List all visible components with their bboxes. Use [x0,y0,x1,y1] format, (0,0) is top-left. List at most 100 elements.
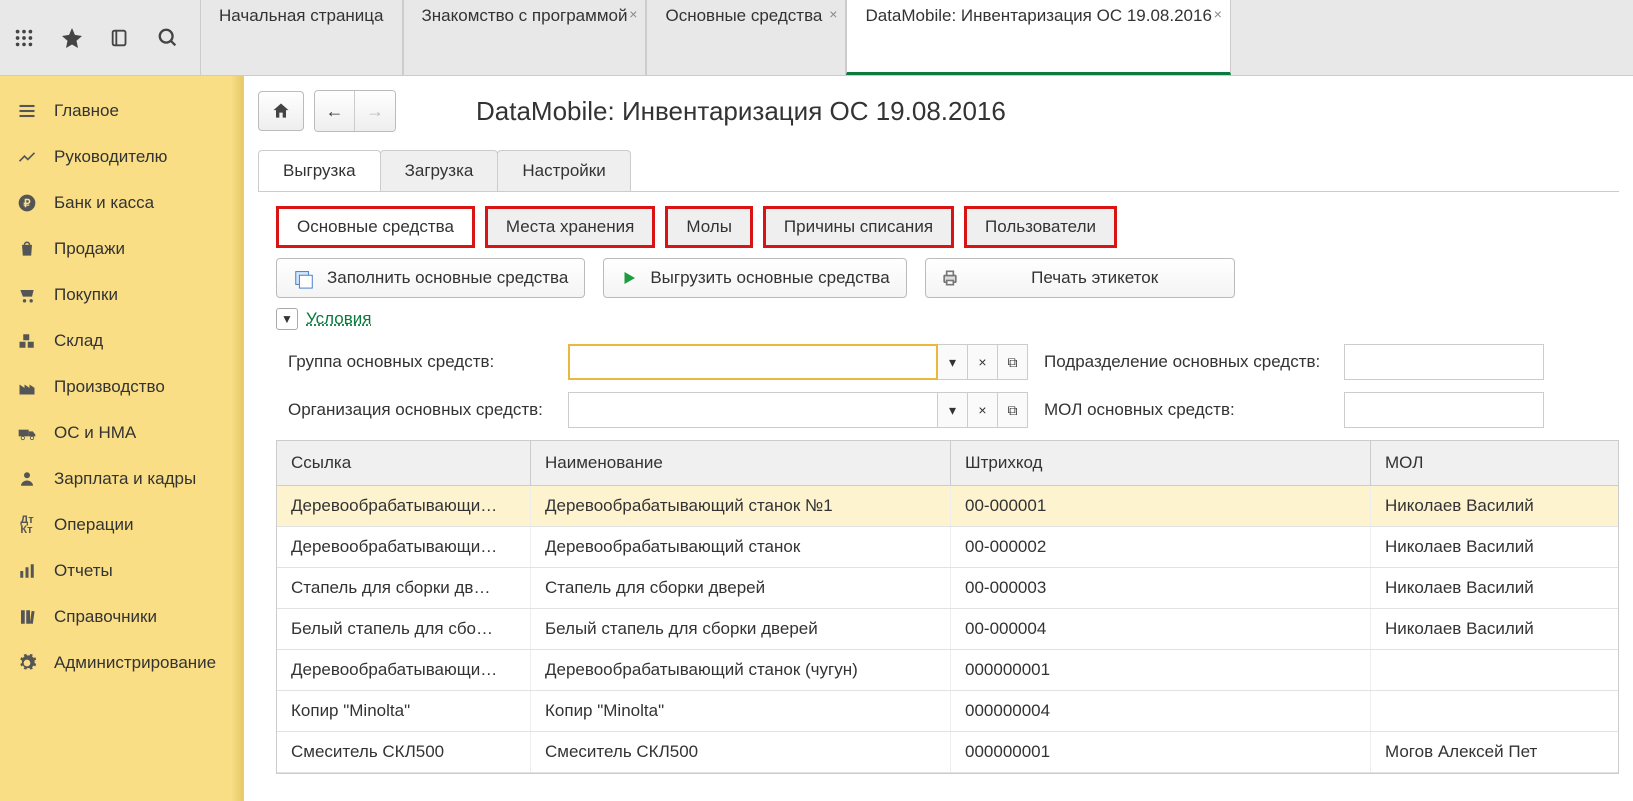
cell-name: Смеситель СКЛ500 [531,732,951,772]
cell-barcode: 000000004 [951,691,1371,731]
nav-arrows: ← → [314,90,396,132]
export-button[interactable]: Выгрузить основные средства [603,258,906,298]
table-row[interactable]: Белый стапель для сбо…Белый стапель для … [277,609,1618,650]
tab-label: Начальная страница [219,6,384,26]
person-icon [16,468,38,490]
group-label: Группа основных средств: [288,352,568,372]
sidebar-label: Администрирование [54,653,216,673]
sidebar: Главное Руководителю ₽Банк и касса Продажи П… [0,76,244,801]
sub-tabs: Основные средстваМеста храненияМолыПричи… [276,206,1619,248]
upper-tab[interactable]: Выгрузка [258,150,381,191]
forward-button[interactable]: → [355,91,395,131]
close-icon[interactable]: × [629,6,637,22]
tab-label: DataMobile: Инвентаризация ОС 19.08.2016 [865,6,1211,26]
fill-button[interactable]: Заполнить основные средства [276,258,585,298]
sidebar-item[interactable]: Покупки [0,272,243,318]
debit-icon: ДтКт [16,514,38,536]
fill-label: Заполнить основные средства [327,268,568,288]
open-icon[interactable]: ⧉ [998,344,1028,380]
cell-ref: Стапель для сборки дв… [277,568,531,608]
sub-tab[interactable]: Молы [665,206,753,248]
sidebar-item[interactable]: Руководителю [0,134,243,180]
table-row[interactable]: Копир "Minolta"Копир "Minolta"000000004 [277,691,1618,732]
history-icon[interactable] [104,22,136,54]
back-button[interactable]: ← [315,91,355,131]
search-icon[interactable] [152,22,184,54]
cell-name: Деревообрабатывающий станок (чугун) [531,650,951,690]
conditions-label[interactable]: Условия [306,309,371,329]
dept-input[interactable] [1344,344,1544,380]
cell-mol: Николаев Василий [1371,527,1618,567]
table-row[interactable]: Смеситель СКЛ500Смеситель СКЛ50000000000… [277,732,1618,773]
mol-label: МОЛ основных средств: [1044,400,1344,420]
sidebar-item[interactable]: Продажи [0,226,243,272]
sidebar-item[interactable]: ДтКт Операции [0,502,243,548]
upper-tab[interactable]: Настройки [497,150,630,191]
table-row[interactable]: Деревообрабатывающи…Деревообрабатывающий… [277,486,1618,527]
dropdown-icon[interactable]: ▾ [938,392,968,428]
close-icon[interactable]: × [1214,6,1222,22]
print-button[interactable]: Печать этикеток [925,258,1235,298]
bars-icon [16,560,38,582]
sidebar-label: Производство [54,377,165,397]
tab-label: Основные средства [665,6,822,26]
col-barcode[interactable]: Штрихкод [951,441,1371,485]
col-mol[interactable]: МОЛ [1371,441,1618,485]
app-tab[interactable]: DataMobile: Инвентаризация ОС 19.08.2016… [846,0,1230,75]
sidebar-item[interactable]: Склад [0,318,243,364]
cell-mol: Николаев Василий [1371,568,1618,608]
cell-mol [1371,650,1618,690]
print-label: Печать этикеток [972,268,1218,288]
clear-icon[interactable]: × [968,392,998,428]
open-icon[interactable]: ⧉ [998,392,1028,428]
app-tab[interactable]: Знакомство с программой× [403,0,647,75]
sub-tab[interactable]: Пользователи [964,206,1117,248]
data-table: Ссылка Наименование Штрихкод МОЛ Деревоо… [276,440,1619,774]
cell-ref: Деревообрабатывающи… [277,486,531,526]
sidebar-item[interactable]: ₽Банк и касса [0,180,243,226]
upper-tab[interactable]: Загрузка [380,150,499,191]
cell-barcode: 000000001 [951,732,1371,772]
sidebar-item[interactable]: ОС и НМА [0,410,243,456]
conditions-toggle[interactable]: ▼ [276,308,298,330]
star-icon[interactable] [56,22,88,54]
app-tab[interactable]: Начальная страница [200,0,403,75]
home-button[interactable] [258,91,304,131]
cell-mol: Могов Алексей Пет [1371,732,1618,772]
sub-tab[interactable]: Основные средства [276,206,475,248]
close-icon[interactable]: × [829,6,837,22]
sidebar-item[interactable]: Зарплата и кадры [0,456,243,502]
sidebar-item[interactable]: Справочники [0,594,243,640]
org-input[interactable] [568,392,938,428]
sub-tab[interactable]: Места хранения [485,206,655,248]
app-tab[interactable]: Основные средства × [646,0,846,75]
table-row[interactable]: Деревообрабатывающи…Деревообрабатывающий… [277,527,1618,568]
dropdown-icon[interactable]: ▾ [938,344,968,380]
col-ref[interactable]: Ссылка [277,441,531,485]
top-toolbar: Начальная страница Знакомство с программо… [0,0,1633,76]
cell-ref: Деревообрабатывающи… [277,527,531,567]
sidebar-item[interactable]: Отчеты [0,548,243,594]
sidebar-item[interactable]: Производство [0,364,243,410]
apps-icon[interactable] [8,22,40,54]
table-row[interactable]: Деревообрабатывающи…Деревообрабатывающий… [277,650,1618,691]
cell-name: Копир "Minolta" [531,691,951,731]
sidebar-label: Руководителю [54,147,167,167]
table-row[interactable]: Стапель для сборки дв…Стапель для сборки… [277,568,1618,609]
sidebar-item[interactable]: Администрирование [0,640,243,686]
chart-icon [16,146,38,168]
sidebar-label: Продажи [54,239,125,259]
group-input[interactable] [568,344,938,380]
sub-tab[interactable]: Причины списания [763,206,954,248]
tab-label: Знакомство с программой [422,6,628,26]
mol-input[interactable] [1344,392,1544,428]
table-header: Ссылка Наименование Штрихкод МОЛ [277,441,1618,486]
sidebar-item[interactable]: Главное [0,88,243,134]
bag-icon [16,238,38,260]
cell-ref: Смеситель СКЛ500 [277,732,531,772]
sidebar-label: Операции [54,515,134,535]
col-name[interactable]: Наименование [531,441,951,485]
cell-barcode: 00-000003 [951,568,1371,608]
nav-row: ← → DataMobile: Инвентаризация ОС 19.08.… [258,90,1619,132]
clear-icon[interactable]: × [968,344,998,380]
